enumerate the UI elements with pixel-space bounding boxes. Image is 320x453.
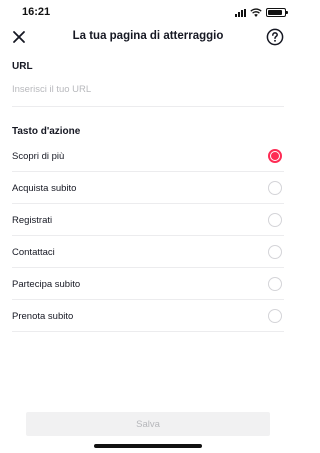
help-circle-icon[interactable] bbox=[266, 28, 284, 46]
option-label: Scopri di più bbox=[12, 151, 65, 162]
wifi-icon bbox=[250, 8, 262, 17]
option-registrati[interactable]: Registrati bbox=[12, 204, 284, 236]
page-title: La tua pagina di atterraggio bbox=[72, 30, 224, 42]
save-button[interactable]: Salva bbox=[26, 412, 270, 436]
action-button-section-label: Tasto d'azione bbox=[12, 126, 81, 137]
option-prenota-subito[interactable]: Prenota subito bbox=[12, 300, 284, 332]
radio-button[interactable] bbox=[268, 149, 282, 163]
option-label: Prenota subito bbox=[12, 311, 74, 322]
radio-button[interactable] bbox=[268, 213, 282, 227]
status-icons bbox=[235, 8, 288, 17]
option-acquista-subito[interactable]: Acquista subito bbox=[12, 172, 284, 204]
option-scopri-di-piu[interactable]: Scopri di più bbox=[12, 140, 284, 172]
action-button-options: Scopri di più Acquista subito Registrati… bbox=[12, 140, 284, 332]
option-label: Registrati bbox=[12, 215, 53, 226]
battery-icon bbox=[266, 8, 288, 17]
nav-bar: La tua pagina di atterraggio bbox=[0, 24, 296, 50]
option-label: Acquista subito bbox=[12, 183, 77, 194]
option-partecipa-subito[interactable]: Partecipa subito bbox=[12, 268, 284, 300]
radio-button[interactable] bbox=[268, 309, 282, 323]
option-label: Partecipa subito bbox=[12, 279, 81, 290]
battery-fill bbox=[268, 10, 283, 15]
radio-button[interactable] bbox=[268, 245, 282, 259]
status-bar: 16:21 bbox=[0, 0, 296, 24]
url-input[interactable] bbox=[12, 80, 284, 98]
radio-button[interactable] bbox=[268, 277, 282, 291]
option-contattaci[interactable]: Contattaci bbox=[12, 236, 284, 268]
signal-icon bbox=[235, 8, 246, 17]
option-label: Contattaci bbox=[12, 247, 55, 258]
status-time: 16:21 bbox=[22, 6, 51, 18]
divider bbox=[12, 106, 284, 107]
url-section-label: URL bbox=[12, 61, 33, 72]
home-indicator bbox=[94, 444, 202, 448]
radio-button[interactable] bbox=[268, 181, 282, 195]
